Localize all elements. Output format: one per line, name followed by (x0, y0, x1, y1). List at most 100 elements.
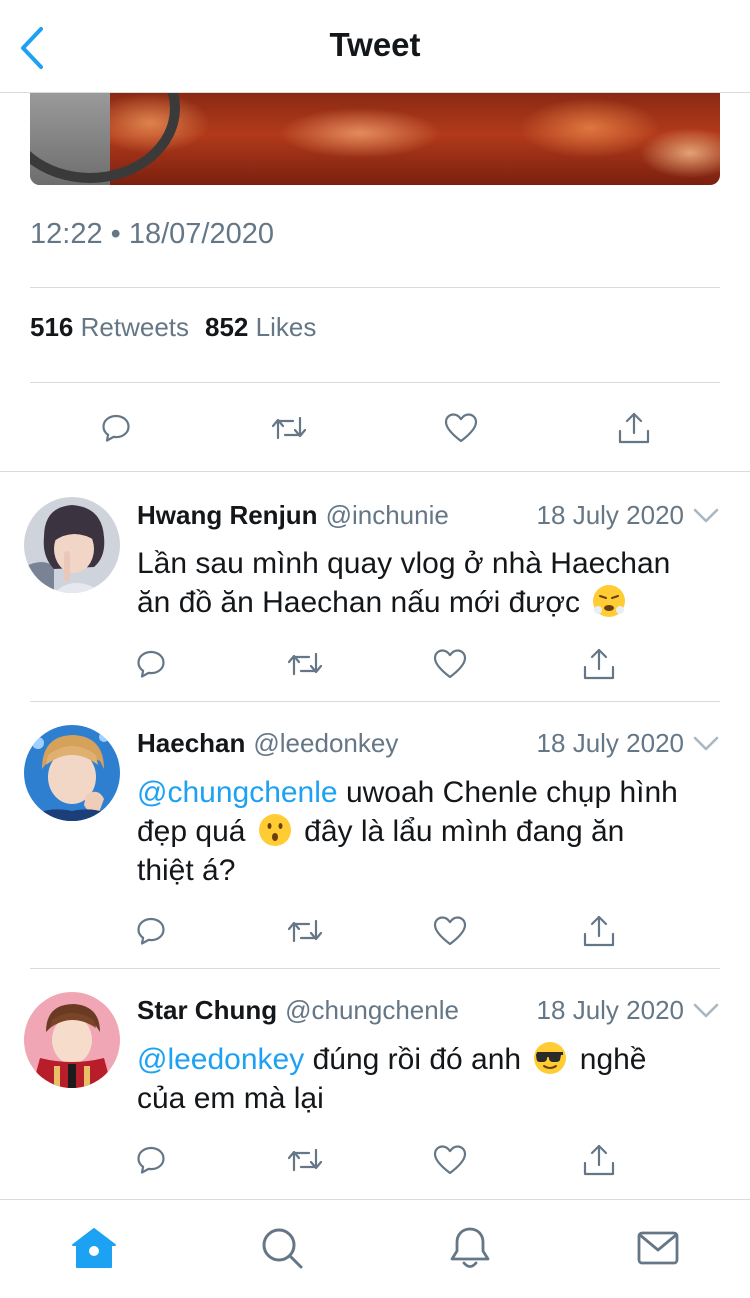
text-segment: nghề (571, 1043, 647, 1076)
avatar[interactable] (24, 497, 120, 593)
reply-icon (137, 1146, 165, 1174)
retweets-count: 516 (30, 312, 74, 342)
tweet-actions (0, 404, 750, 452)
heart-icon (433, 1145, 467, 1175)
more-menu-button[interactable] (692, 997, 720, 1025)
like-button[interactable] (426, 1136, 474, 1184)
share-button[interactable] (575, 1136, 623, 1184)
reply-header: Hwang Renjun @inchunie 18 July 2020 (137, 500, 720, 536)
tab-home[interactable] (70, 1224, 118, 1272)
text-segment: đây là lẩu mình đang ăn (295, 815, 625, 848)
avatar-photo (24, 992, 120, 1088)
display-name[interactable]: Star Chung (137, 995, 277, 1025)
avatar-photo (24, 497, 120, 593)
tweet-stats: 516 Retweets 852 Likes (30, 312, 316, 343)
text-segment: uwoah Chenle chụp hình (337, 776, 678, 809)
reply-tweet[interactable]: Hwang Renjun @inchunie 18 July 2020 Lần s… (0, 472, 750, 702)
nav-bar: Tweet (0, 0, 750, 93)
mail-icon (637, 1231, 679, 1265)
reply-button[interactable] (127, 907, 175, 955)
reply-date: 18 July 2020 (536, 500, 684, 530)
likes-stat[interactable]: 852 Likes (205, 312, 316, 342)
retweet-icon (287, 652, 323, 676)
reply-actions (0, 1140, 750, 1180)
reply-button[interactable] (127, 640, 175, 688)
sunglasses-face-emoji (533, 1041, 567, 1075)
retweet-icon (271, 416, 307, 440)
reply-icon (102, 414, 130, 442)
username[interactable]: @chungchenle (285, 995, 459, 1025)
like-button[interactable] (426, 640, 474, 688)
retweet-button[interactable] (265, 404, 313, 452)
reply-icon (137, 917, 165, 945)
avatar[interactable] (24, 725, 120, 821)
divider (30, 287, 720, 288)
reply-text: Lần sau mình quay vlog ở nhà Haechan ăn … (137, 544, 727, 622)
heart-icon (433, 916, 467, 946)
display-name[interactable]: Haechan (137, 728, 245, 758)
reply-button[interactable] (92, 404, 140, 452)
chevron-down-icon (693, 508, 719, 523)
chevron-down-icon (693, 1003, 719, 1018)
share-button[interactable] (575, 907, 623, 955)
username[interactable]: @inchunie (326, 500, 449, 530)
reply-text: @chungchenle uwoah Chenle chụp hình đẹp … (137, 773, 727, 890)
chevron-down-icon (693, 736, 719, 751)
reply-date: 18 July 2020 (536, 728, 684, 758)
likes-label: Likes (255, 312, 317, 342)
bell-icon (450, 1227, 490, 1268)
reply-header: Haechan @leedonkey 18 July 2020 (137, 728, 720, 764)
like-button[interactable] (426, 907, 474, 955)
text-segment: đúng rồi đó anh (304, 1043, 522, 1076)
reply-icon (137, 650, 165, 678)
retweet-icon (287, 1148, 323, 1172)
heart-icon (444, 413, 478, 443)
share-button[interactable] (575, 640, 623, 688)
hushed-face-emoji (258, 813, 292, 847)
retweet-button[interactable] (281, 1136, 329, 1184)
reply-tweet[interactable]: Star Chung @chungchenle 18 July 2020 @lee… (0, 969, 750, 1199)
mention-link[interactable]: @leedonkey (137, 1043, 304, 1076)
display-name[interactable]: Hwang Renjun (137, 500, 318, 530)
tweet-timestamp: 12:22 • 18/07/2020 (30, 218, 274, 250)
reply-text: @leedonkey đúng rồi đó anh nghề của em m… (137, 1040, 727, 1118)
tab-bar (0, 1199, 750, 1298)
reply-actions (0, 644, 750, 684)
share-icon (583, 1144, 615, 1176)
text-segment: đẹp quá (137, 815, 246, 848)
avatar-photo (24, 725, 120, 821)
retweets-label: Retweets (80, 312, 190, 342)
page-title: Tweet (329, 26, 421, 63)
more-menu-button[interactable] (692, 730, 720, 758)
more-menu-button[interactable] (692, 502, 720, 530)
reply-date: 18 July 2020 (536, 995, 684, 1025)
text-segment: của em mà lại (137, 1082, 324, 1115)
heart-icon (433, 649, 467, 679)
share-icon (618, 412, 650, 444)
username[interactable]: @leedonkey (253, 728, 398, 758)
share-icon (583, 648, 615, 680)
text-line: ăn đồ ăn Haechan nấu mới được (137, 586, 581, 619)
share-icon (583, 915, 615, 947)
avatar[interactable] (24, 992, 120, 1088)
tab-search[interactable] (258, 1224, 306, 1272)
reply-button[interactable] (127, 1136, 175, 1184)
retweet-button[interactable] (281, 907, 329, 955)
divider (30, 382, 720, 383)
search-icon (262, 1228, 303, 1269)
tab-notifications[interactable] (446, 1224, 494, 1272)
photo-pot-rim (30, 93, 180, 183)
retweets-stat[interactable]: 516 Retweets (30, 312, 189, 342)
tab-messages[interactable] (634, 1224, 682, 1272)
home-icon (72, 1228, 116, 1268)
reply-header: Star Chung @chungchenle 18 July 2020 (137, 995, 720, 1031)
retweet-button[interactable] (281, 640, 329, 688)
text-segment: thiệt á? (137, 854, 236, 887)
text-line: Lần sau mình quay vlog ở nhà Haechan (137, 547, 671, 580)
mention-link[interactable]: @chungchenle (137, 776, 338, 809)
reply-tweet[interactable]: Haechan @leedonkey 18 July 2020 @chungche… (0, 702, 750, 969)
share-button[interactable] (610, 404, 658, 452)
retweet-icon (287, 919, 323, 943)
tweet-photo[interactable] (30, 93, 720, 185)
like-button[interactable] (437, 404, 485, 452)
